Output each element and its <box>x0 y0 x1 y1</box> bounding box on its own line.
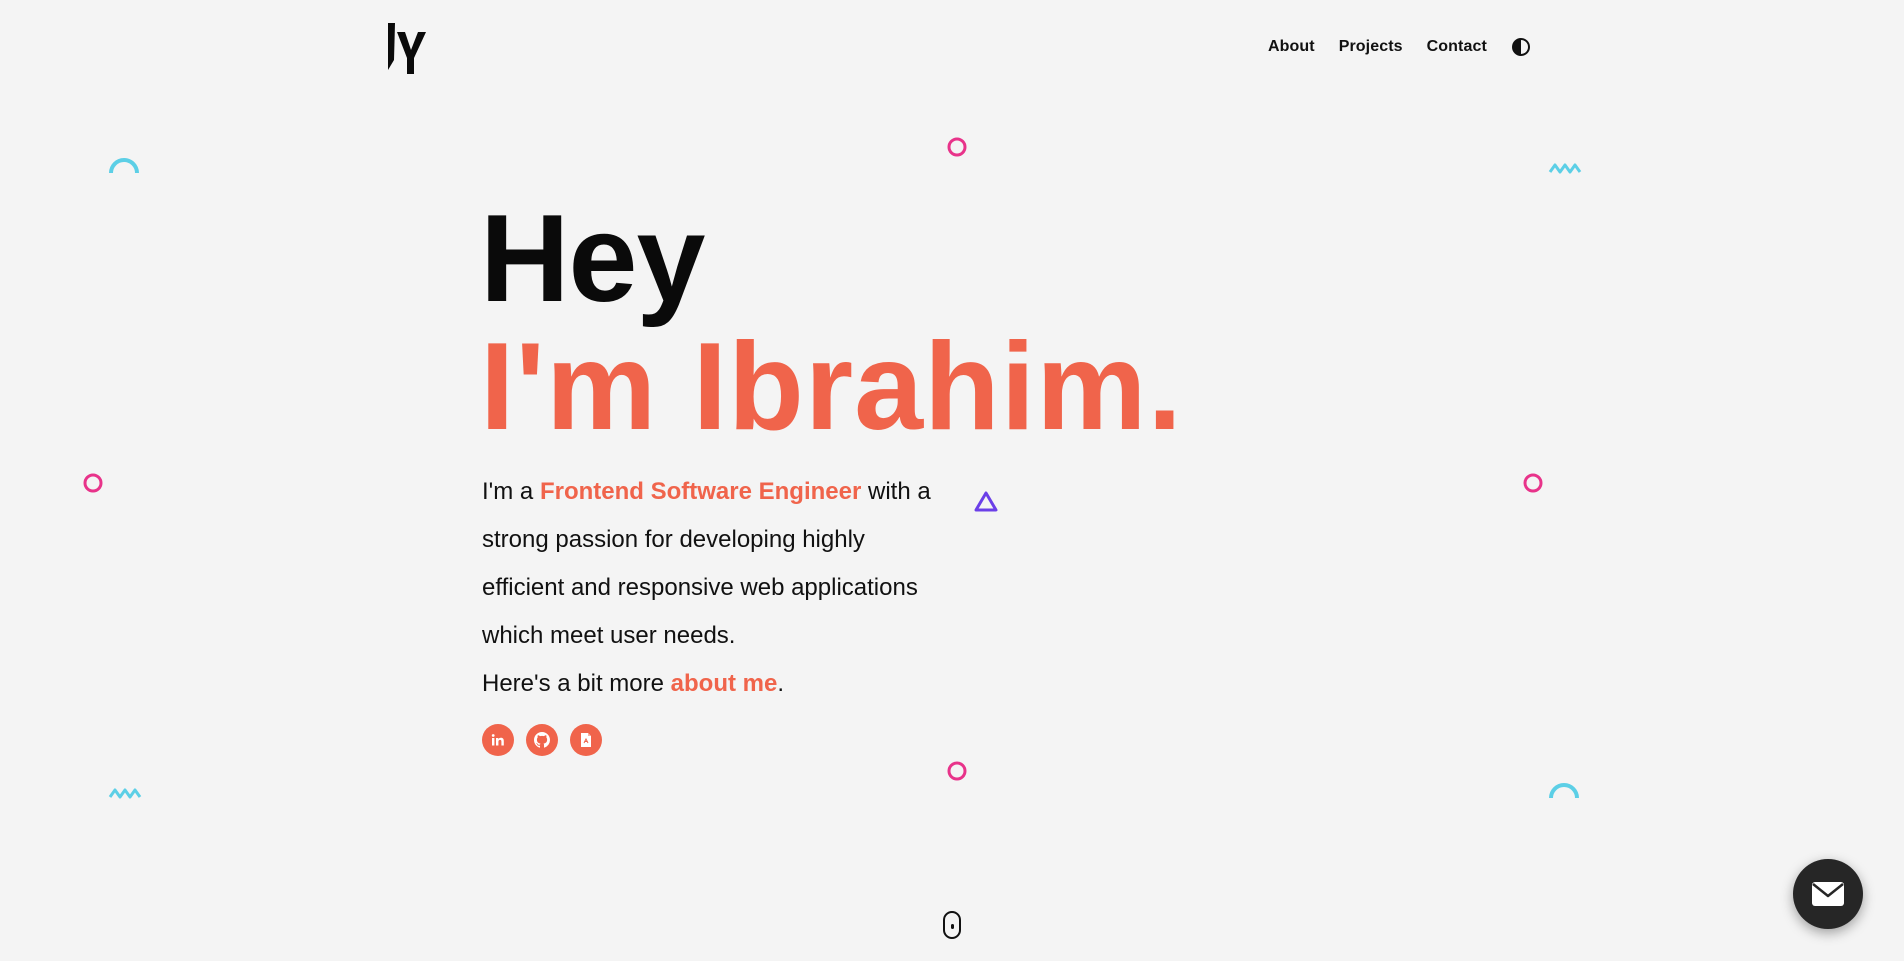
pink-ring-decoration <box>83 473 103 493</box>
github-button[interactable] <box>526 724 558 756</box>
social-links <box>482 724 614 756</box>
hero-intro: I'm a Frontend Software Engineer with a … <box>482 468 952 708</box>
resume-button[interactable] <box>570 724 602 756</box>
cyan-zigzag-decoration <box>1548 163 1582 174</box>
envelope-icon <box>1812 882 1844 906</box>
more-prefix: Here's a bit more <box>482 670 671 697</box>
cyan-arc-decoration <box>1549 783 1579 799</box>
half-circle-contrast-icon <box>1511 38 1530 56</box>
theme-toggle-button[interactable] <box>1511 37 1531 57</box>
pink-ring-decoration <box>947 761 967 781</box>
purple-triangle-decoration <box>974 491 998 512</box>
about-me-link[interactable]: about me <box>671 670 778 697</box>
more-suffix: . <box>777 670 785 697</box>
linkedin-icon <box>491 734 504 746</box>
document-icon <box>581 733 591 747</box>
main-nav: About Projects Contact <box>1268 37 1531 57</box>
iy-monogram-logo-icon <box>388 23 426 74</box>
mouse-scroll-icon[interactable] <box>943 911 961 939</box>
mouse-wheel <box>951 924 954 929</box>
intro-prefix: I'm a <box>482 478 540 505</box>
nav-projects-link[interactable]: Projects <box>1339 38 1403 56</box>
nav-about-link[interactable]: About <box>1268 38 1315 56</box>
nav-contact-link[interactable]: Contact <box>1427 38 1487 56</box>
hero-greeting: Hey <box>480 190 705 328</box>
linkedin-button[interactable] <box>482 724 514 756</box>
pink-ring-decoration <box>947 137 967 157</box>
pink-ring-decoration <box>1523 473 1543 493</box>
cyan-arc-decoration <box>109 158 139 174</box>
intro-role: Frontend Software Engineer <box>539 478 862 505</box>
cyan-zigzag-decoration <box>108 788 142 799</box>
site-logo[interactable] <box>384 20 432 76</box>
hero-name: I'm Ibrahim. <box>480 318 1183 456</box>
github-icon <box>534 732 550 748</box>
hero-heading: Hey I'm Ibrahim. <box>480 197 1183 449</box>
contact-fab-button[interactable] <box>1793 859 1863 929</box>
